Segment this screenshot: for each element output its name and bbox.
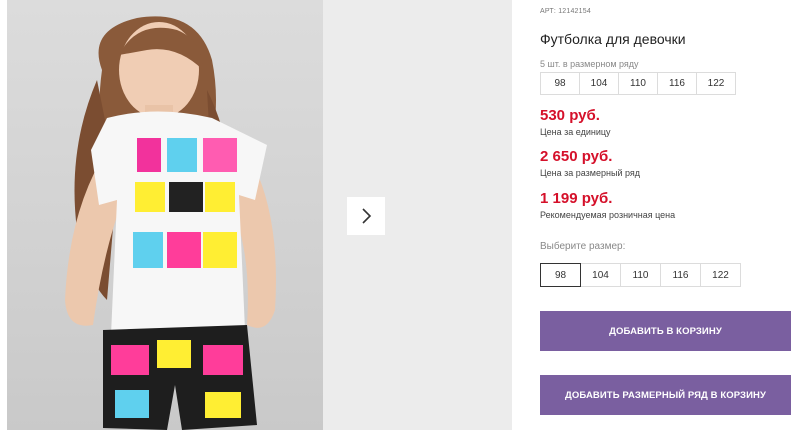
- size-option-110[interactable]: 110: [620, 263, 661, 287]
- pack-size-list: 98 104 110 116 122: [540, 72, 736, 95]
- pack-size-116: 116: [657, 72, 697, 95]
- unit-price-label: Цена за единицу: [540, 127, 611, 137]
- pack-size-104: 104: [579, 72, 619, 95]
- product-title: Футболка для девочки: [540, 31, 686, 47]
- product-photo-illustration: [65, 16, 276, 430]
- retail-price: 1 199 руб.: [540, 190, 613, 207]
- unit-price: 530 руб.: [540, 107, 600, 124]
- retail-price-label: Рекомендуемая розничная цена: [540, 210, 676, 220]
- pack-size-98: 98: [540, 72, 580, 95]
- size-option-116[interactable]: 116: [660, 263, 701, 287]
- size-option-122[interactable]: 122: [700, 263, 741, 287]
- size-option-104[interactable]: 104: [580, 263, 621, 287]
- size-selector: 98 104 110 116 122: [540, 263, 741, 287]
- pack-caption: 5 шт. в размерном ряду: [540, 59, 639, 69]
- product-gallery: [0, 0, 512, 430]
- add-pack-to-cart-button[interactable]: Добавить размерный ряд в корзину: [540, 375, 791, 415]
- product-info-panel: АРТ: 12142154 Футболка для девочки 5 шт.…: [540, 0, 792, 430]
- pack-price: 2 650 руб.: [540, 148, 613, 165]
- product-photo[interactable]: [7, 0, 323, 430]
- pack-size-122: 122: [696, 72, 736, 95]
- chevron-right-icon: [362, 208, 372, 224]
- size-option-98[interactable]: 98: [540, 263, 581, 287]
- next-photo-button[interactable]: [347, 197, 385, 235]
- pack-price-label: Цена за размерный ряд: [540, 168, 641, 178]
- article-number: АРТ: 12142154: [540, 8, 591, 15]
- add-to-cart-button[interactable]: Добавить в корзину: [540, 311, 791, 351]
- pack-size-110: 110: [618, 72, 658, 95]
- choose-size-label: Выберите размер:: [540, 241, 626, 252]
